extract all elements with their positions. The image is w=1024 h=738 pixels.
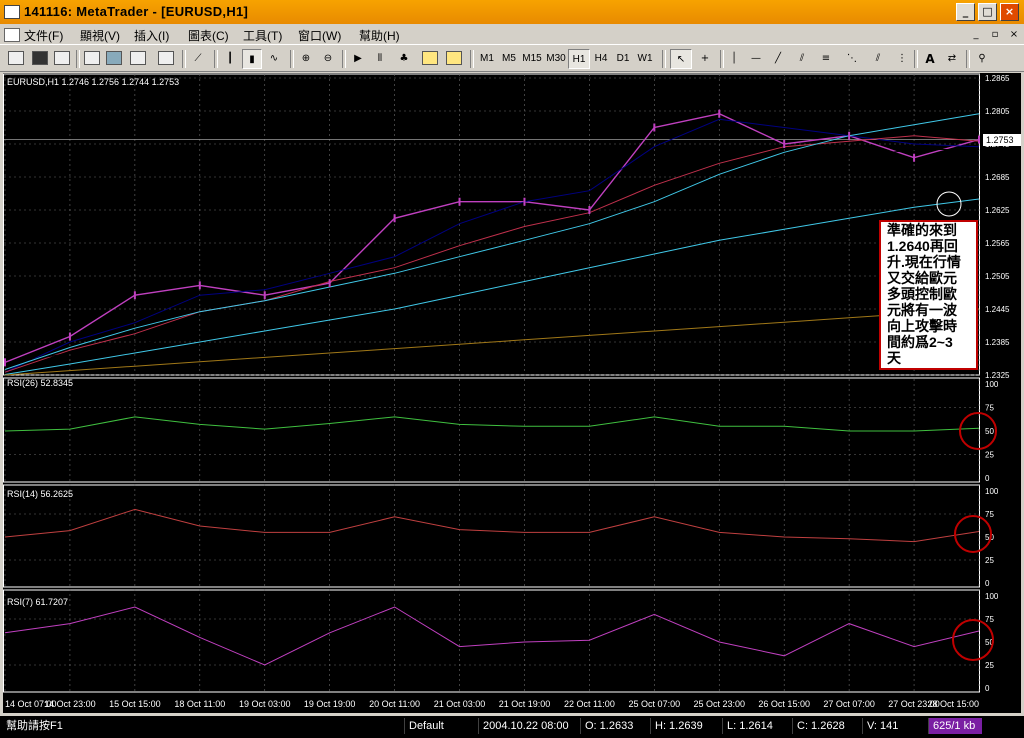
mdi-restore-button[interactable]: ▫ [987,28,1003,41]
title-bar: 141116: MetaTrader - [EURUSD,H1] _ □ × [0,0,1024,24]
minimize-button[interactable]: _ [956,3,975,21]
terminal-icon[interactable] [128,49,148,69]
status-connection: 625/1 kb [928,718,982,734]
status-low: L: 1.2614 [722,718,792,734]
vertical-line-icon[interactable]: │ [724,49,744,69]
mdi-chart-icon[interactable] [4,28,20,42]
timeframe-m1[interactable]: M1 [476,49,498,69]
channel-icon[interactable]: ⫽ [792,49,812,69]
toolbar-separator [290,50,294,68]
status-help: 幫助請按F1 [6,720,63,732]
annotation-line: 1.2640再回 [887,238,958,254]
annotation-line: 向上攻擊時 [887,318,957,334]
main-chart-label: EURUSD,H1 1.2746 1.2756 1.2744 1.2753 [7,77,179,87]
rsi14-label: RSI(14) 56.2625 [7,489,73,499]
status-high: H: 1.2639 [650,718,722,734]
print-icon[interactable] [52,49,72,69]
toolbar-separator [342,50,346,68]
toolbar-separator [662,50,666,68]
menu-view[interactable]: 顯視(V) [80,27,120,44]
menu-insert[interactable]: 插入(I) [134,27,169,44]
annotation-line: 天 [887,350,902,366]
menu-window[interactable]: 窗口(W) [298,27,341,44]
mdi-close-button[interactable]: × [1006,28,1022,41]
timeframe-h1[interactable]: H1 [568,49,590,69]
timeframe-m30[interactable]: M30 [544,49,568,69]
crosshair-icon[interactable]: + [694,49,716,69]
horizontal-line-icon[interactable]: — [746,49,766,69]
templates-icon[interactable] [444,49,464,69]
status-bar: 幫助請按F1 Default 2004.10.22 08:00 O: 1.263… [0,716,1024,738]
toolbar-separator [470,50,474,68]
annotation-line: 間約爲2~3 [887,334,953,350]
timeframe-w1[interactable]: W1 [634,49,656,69]
status-profile: Default [404,718,478,734]
menu-help[interactable]: 幫助(H) [359,27,400,44]
toolbar-separator [214,50,218,68]
fibonacci-icon[interactable]: ≡ [816,49,836,69]
status-close: C: 1.2628 [792,718,862,734]
strategy-tester-icon[interactable] [156,49,176,69]
toolbar-separator [76,50,80,68]
menu-charts[interactable]: 圖表(C) [188,27,229,44]
chart-window[interactable]: 14 Oct 07:00 14 Oct 23:00 15 Oct 15:00 18 O… [3,73,1021,713]
close-button[interactable]: × [1000,3,1019,21]
cycle-lines-icon[interactable]: ⋮ [892,49,912,69]
status-open: O: 1.2633 [580,718,650,734]
arrows-icon[interactable]: ⇄ [942,49,962,69]
restore-button[interactable]: □ [978,3,997,21]
annotation-line: 準確的來到 [887,222,957,238]
app-icon [4,5,20,19]
timeframe-m15[interactable]: M15 [520,49,544,69]
window-title: 141116: MetaTrader - [EURUSD,H1] [24,4,249,19]
rsi14-highlight-circle [954,515,992,553]
cursor-icon[interactable]: ↖ [670,49,692,69]
mdi-minimize-button[interactable]: _ [968,28,984,41]
chart-shift-icon[interactable]: ⦀ [370,49,390,69]
lock-chart-icon[interactable]: ⚲ [972,49,992,69]
annotation-line: 又交給歐元 [887,270,957,286]
menu-file[interactable]: 文件(F) [24,27,63,44]
periods-icon[interactable] [420,49,440,69]
zoom-in-icon[interactable]: ⊕ [296,49,316,69]
status-volume: V: 141 [862,718,926,734]
menu-tools[interactable]: 工具(T) [243,27,282,44]
toolbar-separator [914,50,918,68]
equidistant-icon[interactable]: ⫽ [868,49,888,69]
save-icon[interactable] [30,49,50,69]
chart-overlay: EURUSD,H1 1.2746 1.2756 1.2744 1.2753 RS… [7,77,1021,661]
toolbar-separator [182,50,186,68]
annotation-line: 元將有一波 [887,302,958,318]
bar-chart-icon[interactable]: ┃ [220,49,240,69]
rsi7-highlight-circle [952,619,994,661]
timeframe-d1[interactable]: D1 [612,49,634,69]
autoscroll-icon[interactable]: ▶ [348,49,368,69]
current-price-label: 1.2753 [986,135,1014,145]
menu-bar: 文件(F) 顯視(V) 插入(I) 圖表(C) 工具(T) 窗口(W) 幫助(H… [0,24,1024,44]
text-tool-button[interactable]: A [920,49,940,69]
rsi26-label: RSI(26) 52.8345 [7,378,73,388]
candlestick-icon[interactable]: ▮ [242,49,262,69]
toolbar-separator [966,50,970,68]
status-datetime: 2004.10.22 08:00 [478,718,580,734]
indicators-icon[interactable]: ♣ [394,49,414,69]
expert-advisors-icon[interactable]: ⟋ [188,49,208,69]
toolbar: ⟋ ┃ ▮ ∿ ⊕ ⊖ ▶ ⦀ ♣ M1 M5 M15 M30 H1 H4 D1… [0,44,1024,72]
annotation-line: 升.現在行情 [887,254,961,270]
timeframe-h4[interactable]: H4 [590,49,612,69]
navigator-icon[interactable] [104,49,124,69]
new-chart-icon[interactable] [6,49,26,69]
rsi26-highlight-circle [959,412,997,450]
gann-fan-icon[interactable]: ⋱ [842,49,862,69]
line-chart-icon[interactable]: ∿ [264,49,284,69]
zoom-out-icon[interactable]: ⊖ [318,49,338,69]
annotation-line: 多頭控制歐 [887,286,957,302]
market-watch-icon[interactable] [82,49,102,69]
timeframe-m5[interactable]: M5 [498,49,520,69]
low-point-circle [936,191,962,217]
rsi7-label: RSI(7) 61.7207 [7,597,68,607]
trendline-icon[interactable]: ╱ [768,49,788,69]
